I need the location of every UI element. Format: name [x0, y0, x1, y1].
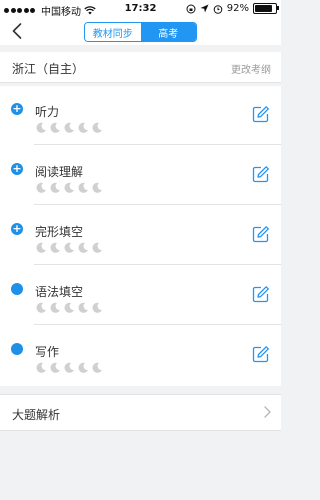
moon-icon	[50, 182, 60, 193]
moon-icon	[50, 302, 60, 313]
section-title: 听力	[35, 105, 60, 119]
moon-icon	[64, 182, 74, 193]
nav-bar: 教材同步 高考	[0, 18, 281, 45]
list-item[interactable]: 语法填空	[0, 266, 281, 325]
moon-icon	[50, 242, 60, 253]
rating	[35, 302, 103, 314]
big-question-analysis-row[interactable]: 大题解析	[0, 394, 281, 431]
moon-icon	[50, 122, 60, 133]
moon-icon	[64, 362, 74, 373]
back-button[interactable]	[8, 22, 26, 40]
moon-icon	[92, 362, 102, 373]
alarm-icon	[213, 4, 223, 14]
moon-icon	[36, 302, 46, 313]
change-syllabus-link[interactable]: 更改考纲	[231, 61, 271, 76]
edit-icon[interactable]	[252, 285, 270, 303]
section-list: + 听力 + 阅读理解 + 完形填空 语法填空 写作	[0, 86, 281, 386]
dot-icon	[11, 343, 23, 355]
moon-icon	[64, 242, 74, 253]
moon-icon	[50, 362, 60, 373]
moon-icon	[36, 182, 46, 193]
region-row: 浙江（自主） 更改考纲	[0, 52, 281, 83]
section-title: 完形填空	[35, 225, 84, 239]
edit-icon[interactable]	[252, 345, 270, 363]
section-title: 写作	[35, 345, 60, 359]
status-bar: 中国移动 17:32 92%	[0, 0, 281, 18]
rating	[35, 242, 103, 254]
region-name: 浙江（自主）	[12, 62, 85, 76]
battery-icon	[253, 3, 279, 14]
moon-icon	[78, 362, 88, 373]
rating	[35, 362, 103, 374]
location-icon	[200, 4, 209, 13]
moon-icon	[78, 302, 88, 313]
segmented-control: 教材同步 高考	[84, 22, 197, 42]
moon-icon	[64, 302, 74, 313]
moon-icon	[36, 122, 46, 133]
edit-icon[interactable]	[252, 105, 270, 123]
chevron-right-icon	[264, 406, 271, 418]
dot-icon	[11, 283, 23, 295]
section-title: 语法填空	[35, 285, 84, 299]
moon-icon	[78, 182, 88, 193]
moon-icon	[36, 362, 46, 373]
edit-icon[interactable]	[252, 225, 270, 243]
rating	[35, 182, 103, 194]
edit-icon[interactable]	[252, 165, 270, 183]
plus-icon: +	[11, 102, 23, 115]
tab-textbook-sync[interactable]: 教材同步	[85, 23, 141, 41]
list-item[interactable]: + 听力	[0, 86, 281, 145]
plus-icon: +	[11, 162, 23, 175]
moon-icon	[36, 242, 46, 253]
list-item[interactable]: 写作	[0, 326, 281, 385]
list-item[interactable]: + 完形填空	[0, 206, 281, 265]
moon-icon	[92, 242, 102, 253]
list-item[interactable]: + 阅读理解	[0, 146, 281, 205]
rotation-lock-icon	[186, 4, 196, 13]
plus-icon: +	[11, 222, 23, 235]
big-question-label: 大题解析	[12, 408, 61, 422]
moon-icon	[92, 302, 102, 313]
moon-icon	[64, 122, 74, 133]
battery-percent: 92%	[226, 3, 249, 14]
moon-icon	[78, 122, 88, 133]
section-title: 阅读理解	[35, 165, 84, 179]
moon-icon	[92, 122, 102, 133]
moon-icon	[92, 182, 102, 193]
tab-gaokao[interactable]: 高考	[140, 23, 196, 41]
rating	[35, 122, 103, 134]
moon-icon	[78, 242, 88, 253]
chevron-left-icon	[12, 23, 22, 39]
